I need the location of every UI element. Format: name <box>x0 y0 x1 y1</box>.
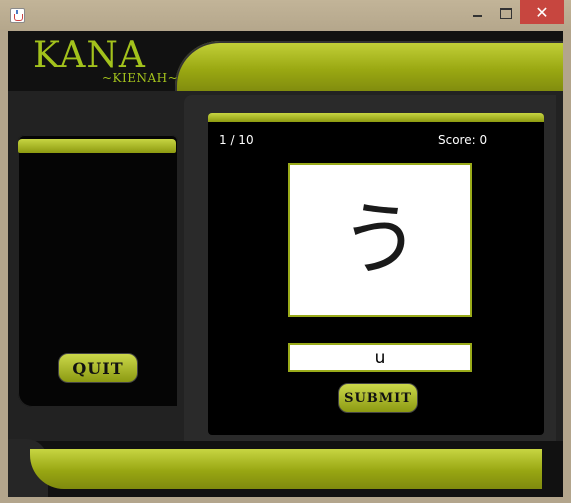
java-app-icon[interactable] <box>10 8 25 23</box>
kana-card: う <box>288 163 472 317</box>
logo-title: KANA <box>33 35 146 76</box>
maximize-button[interactable] <box>492 2 520 24</box>
close-button[interactable]: ✕ <box>520 0 564 24</box>
minimize-button[interactable] <box>462 2 492 24</box>
question-progress: 1 / 10 <box>219 133 254 147</box>
sidebar-header-bar <box>18 139 176 153</box>
submit-button[interactable]: SUBMIT <box>338 383 418 413</box>
maximize-icon <box>500 7 512 19</box>
quiz-panel-header-bar <box>208 113 544 122</box>
quit-button[interactable]: QUIT <box>58 353 138 383</box>
score-label: Score: 0 <box>438 133 488 147</box>
logo-subtitle: ~KIENAH~ <box>102 71 179 85</box>
close-icon: ✕ <box>535 2 549 22</box>
app-client-area: KANA ~KIENAH~ QUIT 1 / 10 Score: 0 う SUB… <box>8 31 563 497</box>
window-titlebar: ✕ <box>0 0 571 30</box>
kana-character: う <box>340 193 420 286</box>
minimize-icon <box>472 15 482 17</box>
header-decoration <box>175 41 563 93</box>
footer-decoration <box>30 449 542 489</box>
answer-input[interactable] <box>288 343 472 372</box>
